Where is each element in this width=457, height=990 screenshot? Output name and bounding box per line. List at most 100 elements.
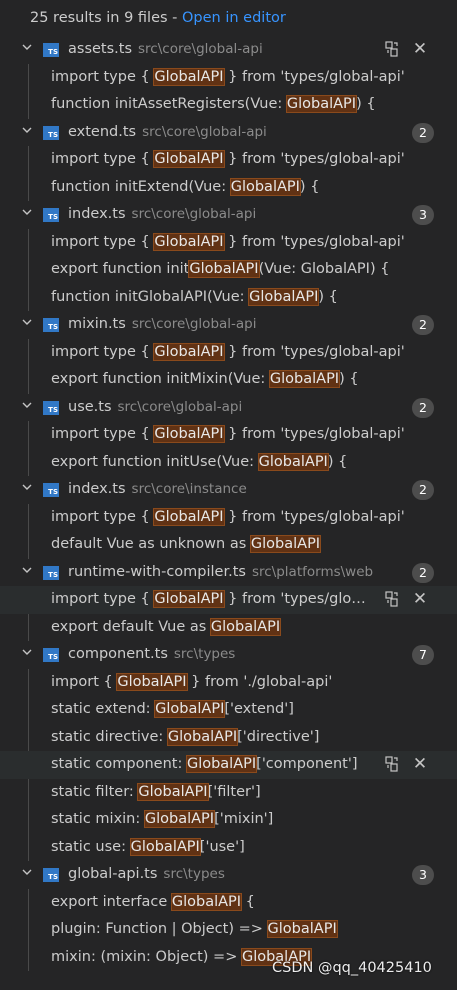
- match-prefix: export default Vue as: [51, 618, 211, 635]
- file-row[interactable]: TS index.ts src\core\instance 2: [0, 476, 457, 504]
- match-highlight: GlobalAPI: [153, 150, 225, 168]
- match-row[interactable]: static mixin: GlobalAPI['mixin']: [0, 806, 457, 834]
- match-highlight: GlobalAPI: [166, 727, 239, 746]
- file-name-label: runtime-with-compiler.ts: [68, 563, 246, 580]
- match-row[interactable]: import type { GlobalAPI } from 'types/gl…: [0, 504, 457, 532]
- match-suffix: ['directive']: [237, 728, 320, 745]
- match-suffix: ['use']: [199, 838, 245, 855]
- match-text: default Vue as unknown as GlobalAPI: [51, 531, 447, 559]
- close-icon[interactable]: ✕: [411, 36, 429, 64]
- match-prefix: function initAssetRegisters(Vue:: [51, 96, 287, 112]
- typescript-file-icon: TS: [43, 318, 59, 332]
- match-row[interactable]: export function initMixin(Vue: GlobalAPI…: [0, 366, 457, 394]
- match-row[interactable]: import { GlobalAPI } from './global-api': [0, 669, 457, 697]
- match-row[interactable]: export interface GlobalAPI {: [0, 889, 457, 917]
- match-row[interactable]: function initExtend(Vue: GlobalAPI) {: [0, 174, 457, 202]
- match-prefix: export interface: [51, 893, 172, 910]
- chevron-down-icon[interactable]: [19, 394, 35, 422]
- close-icon[interactable]: ✕: [411, 586, 429, 614]
- match-count-badge: 3: [412, 865, 434, 885]
- match-row[interactable]: import type { GlobalAPI } from 'types/gl…: [0, 229, 457, 257]
- match-text: export function initMixin(Vue: GlobalAPI…: [51, 366, 447, 394]
- match-prefix: import type {: [51, 591, 155, 607]
- file-row[interactable]: TS global-api.ts src\types 3: [0, 861, 457, 889]
- match-row[interactable]: import type { GlobalAPI } from 'types/gl…: [0, 421, 457, 449]
- match-suffix: } from 'types/global-api': [223, 151, 405, 167]
- file-name-label: global-api.ts: [68, 866, 158, 882]
- match-row[interactable]: export function initUse(Vue: GlobalAPI) …: [0, 449, 457, 477]
- chevron-down-icon[interactable]: [19, 201, 35, 229]
- file-group: TS extend.ts src\core\global-api 2 import ty…: [0, 119, 457, 202]
- match-suffix: ) {: [318, 288, 338, 305]
- match-text: static component: GlobalAPI['component']: [51, 751, 369, 779]
- open-in-editor-link[interactable]: Open in editor: [182, 10, 286, 26]
- match-text: import type { GlobalAPI } from 'types/gl…: [51, 421, 447, 449]
- results-count: 25 results in 9 files -: [30, 10, 182, 26]
- file-row[interactable]: TS mixin.ts src\core\global-api 2: [0, 311, 457, 339]
- match-text: import type { GlobalAPI } from 'types/gl…: [51, 229, 447, 257]
- chevron-down-icon[interactable]: [19, 559, 35, 587]
- match-text: import type { GlobalAPI } from 'types/gl…: [51, 64, 447, 92]
- match-highlight: GlobalAPI: [153, 342, 225, 361]
- replace-icon[interactable]: [383, 751, 401, 779]
- match-highlight: GlobalAPI: [153, 425, 225, 443]
- typescript-file-icon: TS: [43, 43, 59, 57]
- typescript-file-icon: TS: [43, 648, 59, 662]
- typescript-file-icon: TS: [43, 483, 59, 497]
- match-row[interactable]: function initGlobalAPI(Vue: GlobalAPI) {: [0, 284, 457, 312]
- match-prefix: import type {: [51, 233, 155, 250]
- match-row[interactable]: function initAssetRegisters(Vue: GlobalA…: [0, 91, 457, 119]
- match-highlight: GlobalAPI: [153, 507, 225, 526]
- match-row[interactable]: static component: GlobalAPI['component']…: [0, 751, 457, 779]
- match-highlight: GlobalAPI: [153, 67, 225, 86]
- match-highlight: GlobalAPI: [209, 617, 282, 636]
- match-prefix: export function initMixin(Vue:: [51, 371, 270, 387]
- match-row[interactable]: static filter: GlobalAPI['filter']: [0, 779, 457, 807]
- typescript-file-icon: TS: [43, 208, 59, 222]
- file-name-label: index.ts: [68, 481, 126, 497]
- match-row[interactable]: export function initGlobalAPI(Vue: Globa…: [0, 256, 457, 284]
- file-path: src\types: [173, 646, 236, 662]
- match-text: import type { GlobalAPI } from 'types/gl…: [51, 339, 447, 367]
- file-group: TS assets.ts src\core\global-api ✕ import ty…: [0, 36, 457, 119]
- match-row[interactable]: static extend: GlobalAPI['extend']: [0, 696, 457, 724]
- match-count-badge: 2: [412, 397, 434, 418]
- chevron-down-icon[interactable]: [19, 641, 35, 669]
- chevron-down-icon[interactable]: [19, 476, 35, 504]
- match-row[interactable]: static use: GlobalAPI['use']: [0, 834, 457, 862]
- match-row[interactable]: plugin: Function | Object) => GlobalAPI: [0, 916, 457, 944]
- replace-icon[interactable]: [383, 586, 401, 614]
- replace-all-icon[interactable]: [383, 36, 401, 64]
- file-row[interactable]: TS component.ts src\types 7: [0, 641, 457, 669]
- match-text: function initAssetRegisters(Vue: GlobalA…: [51, 91, 447, 119]
- match-highlight: GlobalAPI: [268, 370, 341, 388]
- chevron-down-icon[interactable]: [19, 861, 35, 889]
- typescript-file-icon: TS: [43, 125, 59, 140]
- typescript-file-icon: TS: [43, 400, 59, 415]
- chevron-down-icon[interactable]: [19, 36, 35, 64]
- chevron-down-icon[interactable]: [19, 119, 35, 147]
- match-highlight: GlobalAPI: [257, 452, 329, 471]
- file-group: TS runtime-with-compiler.ts src\platforms\…: [0, 559, 457, 642]
- file-row[interactable]: TS assets.ts src\core\global-api ✕: [0, 36, 457, 64]
- file-row[interactable]: TS use.ts src\core\global-api 2: [0, 394, 457, 422]
- watermark: CSDN @qq_40425410: [272, 960, 432, 976]
- match-suffix: ) {: [339, 371, 359, 387]
- match-prefix: import type {: [51, 508, 155, 525]
- match-prefix: import {: [51, 673, 118, 690]
- match-row[interactable]: export default Vue as GlobalAPI: [0, 614, 457, 642]
- close-icon[interactable]: ✕: [411, 751, 429, 779]
- chevron-down-icon[interactable]: [19, 311, 35, 339]
- match-row[interactable]: import type { GlobalAPI } from 'types/gl…: [0, 339, 457, 367]
- file-row[interactable]: TS index.ts src\core\global-api 3: [0, 201, 457, 229]
- file-row[interactable]: TS runtime-with-compiler.ts src\platforms\…: [0, 559, 457, 587]
- match-row[interactable]: default Vue as unknown as GlobalAPI: [0, 531, 457, 559]
- match-row[interactable]: import type { GlobalAPI } from 'types/gl…: [0, 586, 457, 614]
- file-row[interactable]: TS extend.ts src\core\global-api 2: [0, 119, 457, 147]
- match-row[interactable]: static directive: GlobalAPI['directive']: [0, 724, 457, 752]
- match-highlight: GlobalAPI: [188, 260, 260, 278]
- file-name: use.ts src\core\global-api: [68, 394, 242, 422]
- match-suffix: ) {: [299, 178, 320, 195]
- match-row[interactable]: import type { GlobalAPI } from 'types/gl…: [0, 146, 457, 174]
- match-row[interactable]: import type { GlobalAPI } from 'types/gl…: [0, 64, 457, 92]
